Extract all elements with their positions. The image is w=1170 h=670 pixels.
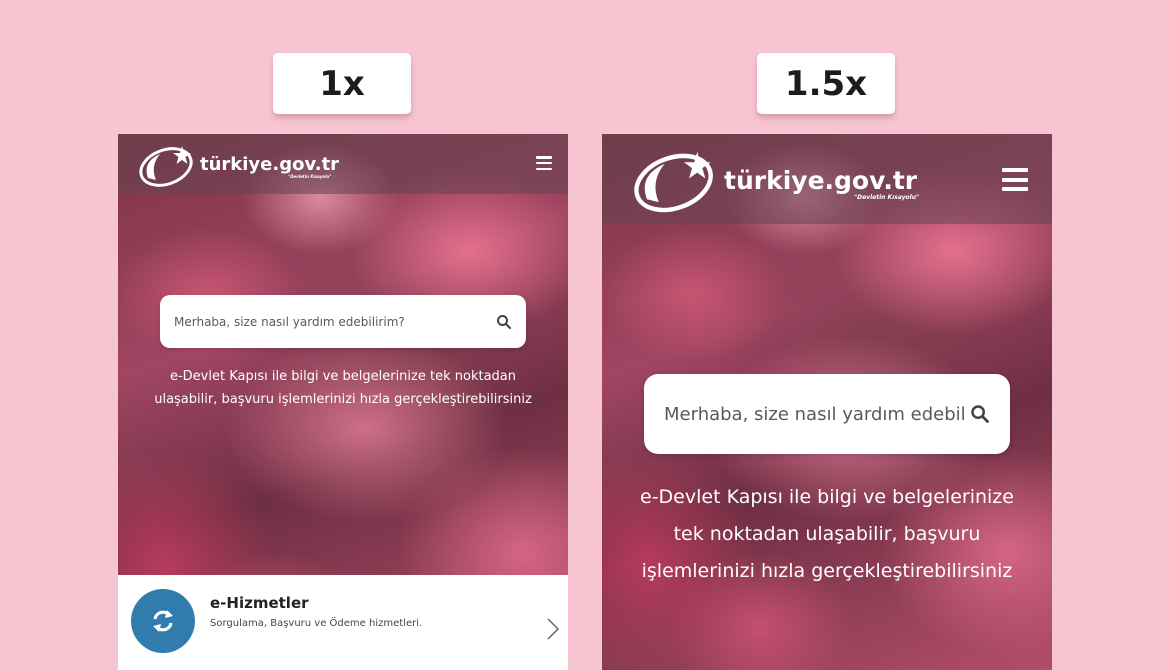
zoom-label-1-5x: 1.5x: [757, 53, 895, 114]
logo-subtitle: "Devletin Kısayolu": [854, 194, 920, 201]
card-title: e-Hizmetler: [210, 594, 309, 612]
refresh-icon: [153, 610, 173, 632]
zoom-label-1x: 1x: [273, 53, 411, 114]
chevron-right-icon[interactable]: [546, 617, 560, 641]
tagline-line: e-Devlet Kapısı ile bilgi ve belgelerini…: [169, 369, 516, 384]
search-icon[interactable]: [496, 314, 512, 330]
search-placeholder: Merhaba, size nasıl yardım edebilirim?: [174, 314, 405, 329]
tagline-line: e-Devlet Kapısı ile bilgi ve belgelerini…: [640, 486, 1014, 508]
phone-preview-1x: türkiye.gov.tr "Devletin Kısayolu" Merha…: [118, 134, 568, 670]
card-icon: [131, 589, 195, 653]
logo-text: türkiye.gov.tr: [200, 154, 340, 175]
menu-icon[interactable]: [1002, 168, 1028, 191]
crescent-star-logo-icon: [139, 146, 193, 187]
search-placeholder: Merhaba, size nasıl yardım edebil: [664, 403, 964, 425]
site-logo[interactable]: türkiye.gov.tr "Devletin Kısayolu": [632, 146, 920, 214]
phone-preview-1-5x: türkiye.gov.tr "Devletin Kısayolu" Merha…: [602, 134, 1052, 670]
tagline: e-Devlet Kapısı ile bilgi ve belgelerini…: [602, 479, 1052, 590]
site-header: türkiye.gov.tr "Devletin Kısayolu": [602, 134, 1052, 224]
search-input[interactable]: Merhaba, size nasıl yardım edebilirim?: [160, 295, 526, 348]
e-services-card[interactable]: e-Hizmetler Sorgulama, Başvuru ve Ödeme …: [118, 575, 568, 670]
tagline-line: tek noktadan ulaşabilir, başvuru: [673, 523, 981, 545]
tagline-line: işlemlerinizi hızla gerçekleştirebilirsi…: [641, 560, 1013, 582]
site-logo[interactable]: türkiye.gov.tr "Devletin Kısayolu": [138, 142, 339, 188]
search-input[interactable]: Merhaba, size nasıl yardım edebil: [644, 374, 1010, 454]
tagline-line: ulaşabilir, başvuru işlemlerinizi hızla …: [154, 392, 532, 407]
logo-subtitle: "Devletin Kısayolu": [288, 174, 332, 179]
search-icon[interactable]: [970, 404, 990, 424]
site-header: türkiye.gov.tr "Devletin Kısayolu": [118, 134, 568, 194]
menu-icon[interactable]: [536, 156, 552, 170]
logo-text: türkiye.gov.tr: [724, 165, 918, 195]
card-description: Sorgulama, Başvuru ve Ödeme hizmetleri.: [210, 618, 423, 629]
crescent-star-logo-icon: [634, 151, 713, 213]
tagline: e-Devlet Kapısı ile bilgi ve belgelerini…: [118, 365, 568, 411]
